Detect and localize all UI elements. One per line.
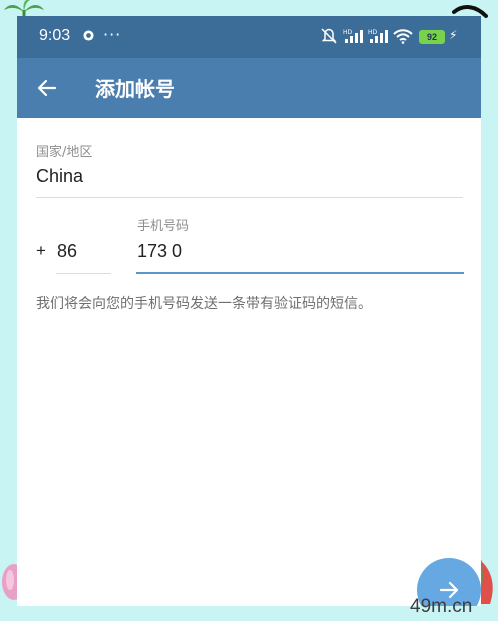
status-bar: 9:03 ··· HD HD 92 ⚡ bbox=[17, 16, 481, 58]
charging-icon: ⚡ bbox=[449, 28, 458, 42]
mute-icon bbox=[321, 28, 337, 44]
phone-underline bbox=[136, 272, 464, 274]
code-prefix: + bbox=[36, 241, 46, 260]
page-title: 添加帐号 bbox=[95, 77, 175, 101]
country-field[interactable]: China bbox=[36, 166, 83, 187]
watermark: 49m.cn bbox=[410, 596, 473, 617]
arrow-left-icon[interactable] bbox=[31, 72, 63, 104]
battery-icon: 92 bbox=[419, 30, 445, 44]
status-time: 9:03 bbox=[39, 27, 71, 44]
sms-hint-text: 我们将会向您的手机号码发送一条带有验证码的短信。 bbox=[36, 296, 372, 312]
dnd-icon bbox=[83, 30, 94, 41]
phone-label: 手机号码 bbox=[137, 219, 190, 234]
code-underline bbox=[56, 273, 111, 274]
hd-signal-icon: HD bbox=[368, 29, 388, 43]
phone-screen: 9:03 ··· HD HD 92 ⚡ 添加帐号 国家/地区 China + 8… bbox=[17, 16, 481, 606]
svg-text:HD: HD bbox=[343, 29, 353, 36]
svg-text:HD: HD bbox=[368, 29, 378, 36]
country-label: 国家/地区 bbox=[36, 145, 93, 160]
app-bar: 添加帐号 bbox=[17, 58, 481, 118]
hd-signal-icon: HD bbox=[343, 29, 363, 43]
country-code-field[interactable]: 86 bbox=[57, 241, 77, 262]
phone-number-field[interactable]: 173 0 bbox=[137, 241, 182, 262]
status-more: ··· bbox=[103, 25, 122, 44]
wifi-icon bbox=[393, 29, 413, 44]
country-underline bbox=[36, 197, 463, 198]
